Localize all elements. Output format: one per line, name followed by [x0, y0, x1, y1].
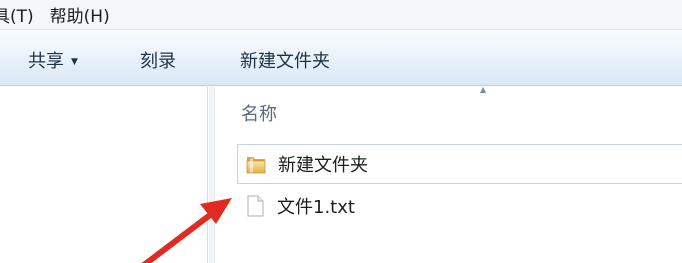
navigation-pane[interactable]: [0, 87, 208, 263]
list-item-file[interactable]: 文件1.txt: [237, 186, 677, 226]
text-file-icon: [243, 194, 267, 218]
chevron-down-icon: ▼: [71, 57, 78, 67]
folder-icon: [244, 152, 268, 176]
share-button-label: 共享: [28, 51, 64, 72]
command-toolbar: 共享 ▼ 刻录 新建文件夹: [0, 31, 682, 86]
list-item-folder[interactable]: 新建文件夹: [237, 144, 682, 184]
list-item-label: 新建文件夹: [278, 155, 368, 176]
burn-button[interactable]: 刻录: [140, 47, 176, 73]
share-button[interactable]: 共享 ▼: [28, 47, 78, 73]
column-header-name[interactable]: 名称: [241, 100, 277, 126]
menu-bar: 具(T) 帮助(H): [0, 0, 682, 30]
list-item-label: 文件1.txt: [277, 197, 355, 218]
menu-help[interactable]: 帮助(H): [50, 2, 118, 27]
new-folder-button[interactable]: 新建文件夹: [240, 47, 330, 73]
sort-ascending-icon: ▲: [480, 85, 487, 94]
pane-splitter[interactable]: [209, 87, 215, 263]
menu-tools[interactable]: 具(T): [0, 2, 42, 27]
